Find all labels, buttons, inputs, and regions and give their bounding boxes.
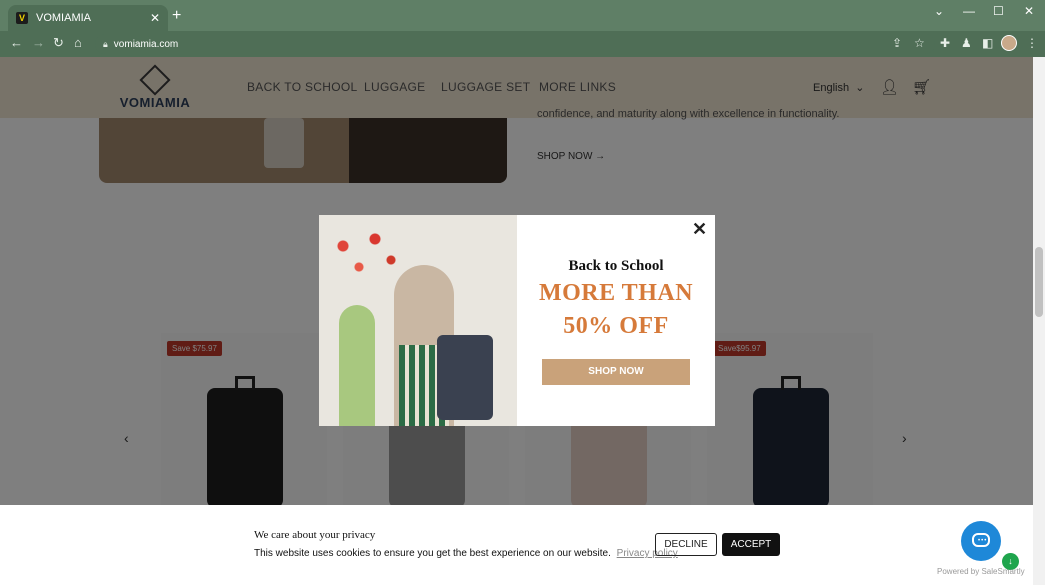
promo-image-person — [339, 305, 375, 426]
reload-icon[interactable]: ↻ — [53, 35, 64, 51]
promo-image-suitcase — [437, 335, 493, 420]
popup-title: Back to School — [568, 258, 664, 274]
cookie-text: This website uses cookies to ensure you … — [254, 548, 678, 559]
scrollbar-thumb[interactable] — [1035, 247, 1043, 317]
home-icon[interactable]: ⌂ — [74, 35, 82, 50]
cookie-message: This website uses cookies to ensure you … — [254, 548, 611, 559]
chat-widget-button[interactable]: ••• — [961, 521, 1001, 561]
address-bar[interactable]: 🔒︎ vomiamia.com — [95, 34, 935, 54]
popup-headline: 50% OFF — [563, 313, 669, 339]
cookie-title: We care about your privacy — [254, 529, 376, 541]
menu-icon[interactable]: ⋮ — [1026, 36, 1038, 50]
popup-close-icon[interactable]: ✕ — [692, 219, 707, 240]
promo-image — [319, 215, 517, 426]
share-icon[interactable]: ⇪ — [892, 36, 902, 50]
back-icon[interactable]: ← — [10, 35, 23, 50]
profile-extension-icon[interactable]: ♟ — [961, 36, 972, 50]
promo-popup: ✕ Back to School MORE THAN 50% OFF SHOP … — [319, 215, 715, 426]
popup-shop-now-button[interactable]: SHOP NOW — [542, 359, 690, 385]
tab-close-icon[interactable]: ✕ — [150, 11, 160, 25]
maximize-icon[interactable]: ☐ — [993, 4, 1004, 18]
forward-icon[interactable]: → — [32, 35, 45, 50]
tab-title: VOMIAMIA — [36, 12, 92, 24]
chat-icon: ••• — [972, 533, 990, 547]
popup-headline: MORE THAN — [538, 280, 694, 306]
url-text: vomiamia.com — [113, 38, 179, 50]
tab-search-icon[interactable]: ⌄ — [934, 4, 944, 18]
extensions-icon[interactable]: ✚ — [940, 36, 950, 50]
decline-button[interactable]: DECLINE — [655, 533, 717, 556]
window-close-icon[interactable]: ✕ — [1024, 4, 1034, 18]
cookie-banner: We care about your privacy This website … — [0, 505, 1033, 585]
site-favicon-icon: V — [16, 12, 28, 24]
browser-tab-bar: V VOMIAMIA ✕ + ⌄ — ☐ ✕ — [0, 0, 1045, 31]
profile-avatar[interactable] — [1001, 35, 1017, 51]
sidebar-icon[interactable]: ◧ — [982, 36, 993, 50]
powered-by-text: Powered by SaleSmartly — [937, 567, 1025, 576]
page-scrollbar[interactable] — [1033, 57, 1045, 585]
browser-tab[interactable]: V VOMIAMIA ✕ — [8, 5, 168, 31]
lock-icon: 🔒︎ — [103, 38, 108, 49]
minimize-icon[interactable]: — — [963, 4, 975, 18]
browser-toolbar: ← → ↻ ⌂ 🔒︎ vomiamia.com ⇪ ☆ ✚ ♟ ◧ ⋮ — [0, 31, 1045, 57]
star-icon[interactable]: ☆ — [914, 36, 925, 50]
new-tab-icon[interactable]: + — [172, 7, 181, 25]
accept-button[interactable]: ACCEPT — [722, 533, 780, 556]
